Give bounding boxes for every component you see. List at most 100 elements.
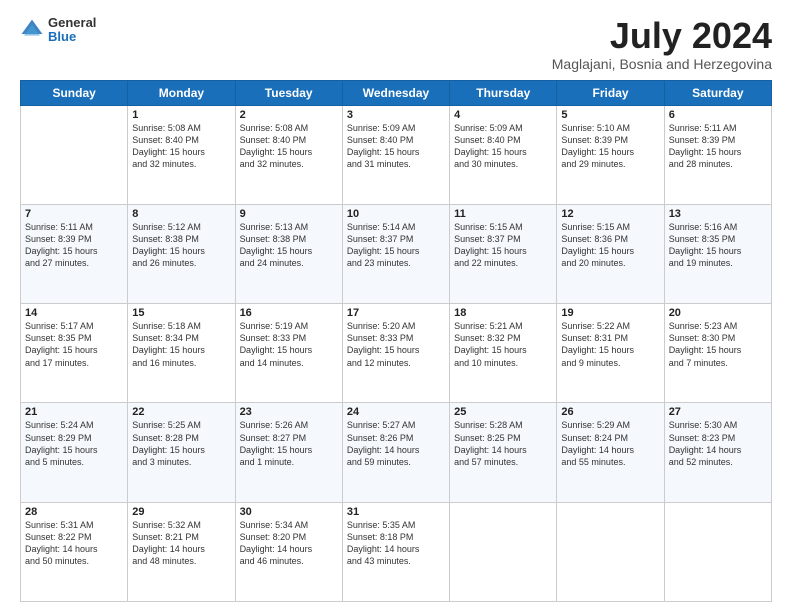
calendar-cell: 25Sunrise: 5:28 AM Sunset: 8:25 PM Dayli… (450, 403, 557, 502)
calendar-cell: 10Sunrise: 5:14 AM Sunset: 8:37 PM Dayli… (342, 204, 449, 303)
cell-info: Sunrise: 5:15 AM Sunset: 8:37 PM Dayligh… (454, 221, 552, 270)
day-number: 19 (561, 307, 659, 319)
day-number: 1 (132, 109, 230, 121)
cell-info: Sunrise: 5:16 AM Sunset: 8:35 PM Dayligh… (669, 221, 767, 270)
cell-info: Sunrise: 5:21 AM Sunset: 8:32 PM Dayligh… (454, 320, 552, 369)
cell-info: Sunrise: 5:10 AM Sunset: 8:39 PM Dayligh… (561, 122, 659, 171)
calendar-cell: 31Sunrise: 5:35 AM Sunset: 8:18 PM Dayli… (342, 502, 449, 601)
day-number: 21 (25, 406, 123, 418)
day-number: 13 (669, 208, 767, 220)
calendar-cell: 29Sunrise: 5:32 AM Sunset: 8:21 PM Dayli… (128, 502, 235, 601)
cell-info: Sunrise: 5:26 AM Sunset: 8:27 PM Dayligh… (240, 419, 338, 468)
cell-info: Sunrise: 5:23 AM Sunset: 8:30 PM Dayligh… (669, 320, 767, 369)
calendar-cell: 24Sunrise: 5:27 AM Sunset: 8:26 PM Dayli… (342, 403, 449, 502)
day-header: Friday (557, 80, 664, 105)
day-number: 20 (669, 307, 767, 319)
cell-info: Sunrise: 5:12 AM Sunset: 8:38 PM Dayligh… (132, 221, 230, 270)
logo-icon (20, 18, 44, 42)
day-header: Monday (128, 80, 235, 105)
cell-info: Sunrise: 5:15 AM Sunset: 8:36 PM Dayligh… (561, 221, 659, 270)
cell-info: Sunrise: 5:25 AM Sunset: 8:28 PM Dayligh… (132, 419, 230, 468)
day-number: 5 (561, 109, 659, 121)
cell-info: Sunrise: 5:28 AM Sunset: 8:25 PM Dayligh… (454, 419, 552, 468)
calendar-week: 7Sunrise: 5:11 AM Sunset: 8:39 PM Daylig… (21, 204, 772, 303)
calendar-cell: 16Sunrise: 5:19 AM Sunset: 8:33 PM Dayli… (235, 304, 342, 403)
day-number: 8 (132, 208, 230, 220)
cell-info: Sunrise: 5:09 AM Sunset: 8:40 PM Dayligh… (454, 122, 552, 171)
day-number: 6 (669, 109, 767, 121)
calendar-cell: 12Sunrise: 5:15 AM Sunset: 8:36 PM Dayli… (557, 204, 664, 303)
calendar-cell: 7Sunrise: 5:11 AM Sunset: 8:39 PM Daylig… (21, 204, 128, 303)
day-number: 23 (240, 406, 338, 418)
day-number: 27 (669, 406, 767, 418)
day-number: 28 (25, 506, 123, 518)
cell-info: Sunrise: 5:11 AM Sunset: 8:39 PM Dayligh… (669, 122, 767, 171)
cell-info: Sunrise: 5:35 AM Sunset: 8:18 PM Dayligh… (347, 519, 445, 568)
calendar-cell: 14Sunrise: 5:17 AM Sunset: 8:35 PM Dayli… (21, 304, 128, 403)
day-number: 26 (561, 406, 659, 418)
calendar-cell: 6Sunrise: 5:11 AM Sunset: 8:39 PM Daylig… (664, 105, 771, 204)
calendar-cell: 8Sunrise: 5:12 AM Sunset: 8:38 PM Daylig… (128, 204, 235, 303)
day-number: 24 (347, 406, 445, 418)
day-number: 22 (132, 406, 230, 418)
calendar-cell: 5Sunrise: 5:10 AM Sunset: 8:39 PM Daylig… (557, 105, 664, 204)
day-number: 18 (454, 307, 552, 319)
day-number: 4 (454, 109, 552, 121)
day-number: 9 (240, 208, 338, 220)
cell-info: Sunrise: 5:22 AM Sunset: 8:31 PM Dayligh… (561, 320, 659, 369)
calendar-cell: 13Sunrise: 5:16 AM Sunset: 8:35 PM Dayli… (664, 204, 771, 303)
cell-info: Sunrise: 5:29 AM Sunset: 8:24 PM Dayligh… (561, 419, 659, 468)
day-header: Wednesday (342, 80, 449, 105)
calendar-cell: 11Sunrise: 5:15 AM Sunset: 8:37 PM Dayli… (450, 204, 557, 303)
day-number: 25 (454, 406, 552, 418)
calendar-week: 14Sunrise: 5:17 AM Sunset: 8:35 PM Dayli… (21, 304, 772, 403)
calendar-cell: 28Sunrise: 5:31 AM Sunset: 8:22 PM Dayli… (21, 502, 128, 601)
page: General Blue July 2024 Maglajani, Bosnia… (0, 0, 792, 612)
calendar-cell (450, 502, 557, 601)
day-number: 17 (347, 307, 445, 319)
calendar-cell: 22Sunrise: 5:25 AM Sunset: 8:28 PM Dayli… (128, 403, 235, 502)
calendar-cell: 19Sunrise: 5:22 AM Sunset: 8:31 PM Dayli… (557, 304, 664, 403)
logo-blue: Blue (48, 30, 96, 44)
calendar-cell: 23Sunrise: 5:26 AM Sunset: 8:27 PM Dayli… (235, 403, 342, 502)
cell-info: Sunrise: 5:09 AM Sunset: 8:40 PM Dayligh… (347, 122, 445, 171)
calendar-week: 1Sunrise: 5:08 AM Sunset: 8:40 PM Daylig… (21, 105, 772, 204)
cell-info: Sunrise: 5:34 AM Sunset: 8:20 PM Dayligh… (240, 519, 338, 568)
day-number: 30 (240, 506, 338, 518)
calendar-cell (664, 502, 771, 601)
location: Maglajani, Bosnia and Herzegovina (552, 56, 772, 72)
calendar-cell: 3Sunrise: 5:09 AM Sunset: 8:40 PM Daylig… (342, 105, 449, 204)
cell-info: Sunrise: 5:30 AM Sunset: 8:23 PM Dayligh… (669, 419, 767, 468)
calendar-cell: 2Sunrise: 5:08 AM Sunset: 8:40 PM Daylig… (235, 105, 342, 204)
cell-info: Sunrise: 5:18 AM Sunset: 8:34 PM Dayligh… (132, 320, 230, 369)
cell-info: Sunrise: 5:20 AM Sunset: 8:33 PM Dayligh… (347, 320, 445, 369)
cell-info: Sunrise: 5:17 AM Sunset: 8:35 PM Dayligh… (25, 320, 123, 369)
day-number: 7 (25, 208, 123, 220)
cell-info: Sunrise: 5:19 AM Sunset: 8:33 PM Dayligh… (240, 320, 338, 369)
calendar-week: 28Sunrise: 5:31 AM Sunset: 8:22 PM Dayli… (21, 502, 772, 601)
cell-info: Sunrise: 5:08 AM Sunset: 8:40 PM Dayligh… (132, 122, 230, 171)
calendar-cell (21, 105, 128, 204)
day-number: 14 (25, 307, 123, 319)
cell-info: Sunrise: 5:13 AM Sunset: 8:38 PM Dayligh… (240, 221, 338, 270)
calendar-cell: 18Sunrise: 5:21 AM Sunset: 8:32 PM Dayli… (450, 304, 557, 403)
calendar-cell: 15Sunrise: 5:18 AM Sunset: 8:34 PM Dayli… (128, 304, 235, 403)
calendar-cell: 1Sunrise: 5:08 AM Sunset: 8:40 PM Daylig… (128, 105, 235, 204)
day-header: Thursday (450, 80, 557, 105)
logo: General Blue (20, 16, 96, 45)
month-title: July 2024 (552, 16, 772, 56)
cell-info: Sunrise: 5:24 AM Sunset: 8:29 PM Dayligh… (25, 419, 123, 468)
header-row: SundayMondayTuesdayWednesdayThursdayFrid… (21, 80, 772, 105)
cell-info: Sunrise: 5:08 AM Sunset: 8:40 PM Dayligh… (240, 122, 338, 171)
day-header: Tuesday (235, 80, 342, 105)
cell-info: Sunrise: 5:31 AM Sunset: 8:22 PM Dayligh… (25, 519, 123, 568)
logo-text: General Blue (48, 16, 96, 45)
calendar-cell: 17Sunrise: 5:20 AM Sunset: 8:33 PM Dayli… (342, 304, 449, 403)
day-number: 11 (454, 208, 552, 220)
calendar-table: SundayMondayTuesdayWednesdayThursdayFrid… (20, 80, 772, 602)
calendar-cell (557, 502, 664, 601)
calendar-week: 21Sunrise: 5:24 AM Sunset: 8:29 PM Dayli… (21, 403, 772, 502)
cell-info: Sunrise: 5:11 AM Sunset: 8:39 PM Dayligh… (25, 221, 123, 270)
calendar-cell: 26Sunrise: 5:29 AM Sunset: 8:24 PM Dayli… (557, 403, 664, 502)
calendar-cell: 21Sunrise: 5:24 AM Sunset: 8:29 PM Dayli… (21, 403, 128, 502)
